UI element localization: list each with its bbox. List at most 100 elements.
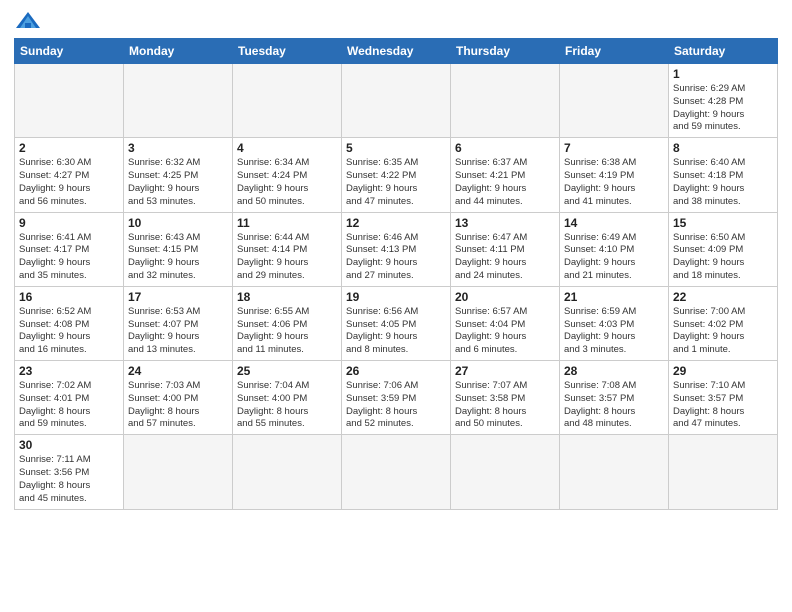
day-number: 10 xyxy=(128,216,228,230)
calendar-week-row: 2 Sunrise: 6:30 AMSunset: 4:27 PMDaylight… xyxy=(15,138,778,212)
day-info: Sunrise: 7:11 AMSunset: 3:56 PMDaylight:… xyxy=(19,454,119,505)
calendar-day-cell: 1Sunrise: 6:29 AMSunset: 4:28 PMDaylight… xyxy=(669,64,778,138)
day-info: Sunrise: 7:07 AMSunset: 3:58 PMDaylight:… xyxy=(455,380,555,431)
calendar-day-cell: 25 Sunrise: 7:04 AMSunset: 4:00 PMDayligh… xyxy=(233,361,342,435)
calendar-day-cell xyxy=(342,435,451,509)
logo xyxy=(14,10,46,32)
day-number: 17 xyxy=(128,290,228,304)
calendar-day-cell xyxy=(124,435,233,509)
calendar-day-cell: 26 Sunrise: 7:06 AMSunset: 3:59 PMDayligh… xyxy=(342,361,451,435)
calendar-day-cell: 12 Sunrise: 6:46 AMSunset: 4:13 PMDayligh… xyxy=(342,212,451,286)
calendar-day-cell: 24 Sunrise: 7:03 AMSunset: 4:00 PMDayligh… xyxy=(124,361,233,435)
weekday-header-tuesday: Tuesday xyxy=(233,39,342,64)
header xyxy=(14,10,778,32)
calendar-day-cell: 30Sunrise: 7:11 AMSunset: 3:56 PMDayligh… xyxy=(15,435,124,509)
day-info: Sunrise: 7:03 AMSunset: 4:00 PMDaylight:… xyxy=(128,380,228,431)
day-info: Sunrise: 6:53 AMSunset: 4:07 PMDaylight:… xyxy=(128,306,228,357)
day-number: 16 xyxy=(19,290,119,304)
day-number: 29 xyxy=(673,364,773,378)
day-number: 6 xyxy=(455,141,555,155)
day-info: Sunrise: 6:47 AMSunset: 4:11 PMDaylight:… xyxy=(455,232,555,283)
calendar-table: SundayMondayTuesdayWednesdayThursdayFrid… xyxy=(14,38,778,510)
day-number: 24 xyxy=(128,364,228,378)
day-info: Sunrise: 6:44 AMSunset: 4:14 PMDaylight:… xyxy=(237,232,337,283)
day-info: Sunrise: 6:52 AMSunset: 4:08 PMDaylight:… xyxy=(19,306,119,357)
day-number: 21 xyxy=(564,290,664,304)
day-info: Sunrise: 7:10 AMSunset: 3:57 PMDaylight:… xyxy=(673,380,773,431)
calendar-week-row: 1Sunrise: 6:29 AMSunset: 4:28 PMDaylight… xyxy=(15,64,778,138)
day-number: 4 xyxy=(237,141,337,155)
day-info: Sunrise: 6:30 AMSunset: 4:27 PMDaylight:… xyxy=(19,157,119,208)
day-info: Sunrise: 6:35 AMSunset: 4:22 PMDaylight:… xyxy=(346,157,446,208)
calendar-day-cell: 17 Sunrise: 6:53 AMSunset: 4:07 PMDayligh… xyxy=(124,286,233,360)
calendar-day-cell: 11Sunrise: 6:44 AMSunset: 4:14 PMDayligh… xyxy=(233,212,342,286)
day-info: Sunrise: 6:56 AMSunset: 4:05 PMDaylight:… xyxy=(346,306,446,357)
calendar-day-cell xyxy=(669,435,778,509)
day-number: 20 xyxy=(455,290,555,304)
calendar-day-cell: 13 Sunrise: 6:47 AMSunset: 4:11 PMDayligh… xyxy=(451,212,560,286)
day-info: Sunrise: 7:06 AMSunset: 3:59 PMDaylight:… xyxy=(346,380,446,431)
day-number: 13 xyxy=(455,216,555,230)
calendar-day-cell: 3Sunrise: 6:32 AMSunset: 4:25 PMDaylight… xyxy=(124,138,233,212)
day-info: Sunrise: 6:50 AMSunset: 4:09 PMDaylight:… xyxy=(673,232,773,283)
day-number: 28 xyxy=(564,364,664,378)
day-number: 5 xyxy=(346,141,446,155)
day-info: Sunrise: 6:43 AMSunset: 4:15 PMDaylight:… xyxy=(128,232,228,283)
calendar-day-cell: 16 Sunrise: 6:52 AMSunset: 4:08 PMDayligh… xyxy=(15,286,124,360)
day-number: 15 xyxy=(673,216,773,230)
day-info: Sunrise: 7:02 AMSunset: 4:01 PMDaylight:… xyxy=(19,380,119,431)
calendar-day-cell xyxy=(451,64,560,138)
day-info: Sunrise: 6:55 AMSunset: 4:06 PMDaylight:… xyxy=(237,306,337,357)
calendar-day-cell xyxy=(560,435,669,509)
calendar-day-cell: 8 Sunrise: 6:40 AMSunset: 4:18 PMDaylight… xyxy=(669,138,778,212)
calendar-day-cell xyxy=(15,64,124,138)
day-info: Sunrise: 6:29 AMSunset: 4:28 PMDaylight:… xyxy=(673,83,773,134)
page: SundayMondayTuesdayWednesdayThursdayFrid… xyxy=(0,0,792,612)
calendar-day-cell xyxy=(233,64,342,138)
day-number: 9 xyxy=(19,216,119,230)
day-info: Sunrise: 6:34 AMSunset: 4:24 PMDaylight:… xyxy=(237,157,337,208)
day-info: Sunrise: 6:32 AMSunset: 4:25 PMDaylight:… xyxy=(128,157,228,208)
day-info: Sunrise: 6:38 AMSunset: 4:19 PMDaylight:… xyxy=(564,157,664,208)
calendar-day-cell xyxy=(233,435,342,509)
calendar-day-cell: 7 Sunrise: 6:38 AMSunset: 4:19 PMDaylight… xyxy=(560,138,669,212)
calendar-week-row: 30Sunrise: 7:11 AMSunset: 3:56 PMDayligh… xyxy=(15,435,778,509)
calendar-day-cell: 19Sunrise: 6:56 AMSunset: 4:05 PMDayligh… xyxy=(342,286,451,360)
calendar-day-cell: 10 Sunrise: 6:43 AMSunset: 4:15 PMDayligh… xyxy=(124,212,233,286)
weekday-header-wednesday: Wednesday xyxy=(342,39,451,64)
day-number: 14 xyxy=(564,216,664,230)
day-info: Sunrise: 7:04 AMSunset: 4:00 PMDaylight:… xyxy=(237,380,337,431)
day-number: 8 xyxy=(673,141,773,155)
calendar-day-cell: 5 Sunrise: 6:35 AMSunset: 4:22 PMDaylight… xyxy=(342,138,451,212)
calendar-day-cell xyxy=(342,64,451,138)
day-number: 2 xyxy=(19,141,119,155)
calendar-day-cell: 29 Sunrise: 7:10 AMSunset: 3:57 PMDayligh… xyxy=(669,361,778,435)
day-info: Sunrise: 6:40 AMSunset: 4:18 PMDaylight:… xyxy=(673,157,773,208)
day-number: 25 xyxy=(237,364,337,378)
day-number: 23 xyxy=(19,364,119,378)
day-number: 26 xyxy=(346,364,446,378)
day-info: Sunrise: 6:37 AMSunset: 4:21 PMDaylight:… xyxy=(455,157,555,208)
weekday-header-thursday: Thursday xyxy=(451,39,560,64)
weekday-header-saturday: Saturday xyxy=(669,39,778,64)
calendar-day-cell xyxy=(560,64,669,138)
day-number: 12 xyxy=(346,216,446,230)
calendar-day-cell: 9Sunrise: 6:41 AMSunset: 4:17 PMDaylight… xyxy=(15,212,124,286)
calendar-day-cell: 21Sunrise: 6:59 AMSunset: 4:03 PMDayligh… xyxy=(560,286,669,360)
calendar-day-cell: 2 Sunrise: 6:30 AMSunset: 4:27 PMDaylight… xyxy=(15,138,124,212)
logo-icon xyxy=(14,10,42,32)
weekday-header-monday: Monday xyxy=(124,39,233,64)
calendar-day-cell: 18 Sunrise: 6:55 AMSunset: 4:06 PMDayligh… xyxy=(233,286,342,360)
calendar-day-cell xyxy=(451,435,560,509)
calendar-day-cell: 14Sunrise: 6:49 AMSunset: 4:10 PMDayligh… xyxy=(560,212,669,286)
calendar-day-cell: 20 Sunrise: 6:57 AMSunset: 4:04 PMDayligh… xyxy=(451,286,560,360)
day-info: Sunrise: 6:57 AMSunset: 4:04 PMDaylight:… xyxy=(455,306,555,357)
weekday-header-sunday: Sunday xyxy=(15,39,124,64)
day-number: 18 xyxy=(237,290,337,304)
day-info: Sunrise: 6:46 AMSunset: 4:13 PMDaylight:… xyxy=(346,232,446,283)
calendar-day-cell: 28Sunrise: 7:08 AMSunset: 3:57 PMDayligh… xyxy=(560,361,669,435)
day-number: 27 xyxy=(455,364,555,378)
calendar-week-row: 9Sunrise: 6:41 AMSunset: 4:17 PMDaylight… xyxy=(15,212,778,286)
calendar-week-row: 23 Sunrise: 7:02 AMSunset: 4:01 PMDayligh… xyxy=(15,361,778,435)
day-number: 7 xyxy=(564,141,664,155)
